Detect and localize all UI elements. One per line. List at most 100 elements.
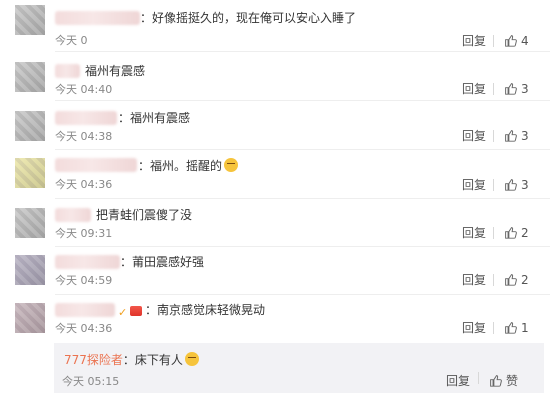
like-button[interactable]: 3 <box>504 129 529 143</box>
action-divider <box>478 372 479 384</box>
comment-text: ：莆田震感好强 <box>120 255 204 269</box>
comment-item: ✓ ：南京感觉床轻微晃动 今天 04:36 回复 1 <box>0 295 550 343</box>
timestamp-time: 04:36 <box>80 178 113 191</box>
sleepy-face-emoji <box>184 352 199 366</box>
sleepy-face-emoji <box>224 158 239 172</box>
author-name[interactable] <box>55 111 117 125</box>
comment-text: 把青蛙们震傻了没 <box>96 208 192 222</box>
colon-separator: ： <box>140 11 153 25</box>
author-name[interactable] <box>55 11 140 25</box>
reply-button[interactable]: 回复 <box>462 321 486 335</box>
comment-body: 把青蛙们震傻了没 <box>96 208 193 222</box>
avatar[interactable] <box>15 208 45 238</box>
avatar[interactable] <box>15 255 45 285</box>
timestamp-date: 今天 <box>55 227 77 240</box>
reply-button[interactable]: 回复 <box>462 273 486 287</box>
reply-button[interactable]: 回复 <box>462 34 486 48</box>
reply-button[interactable]: 回复 <box>462 178 486 192</box>
like-button[interactable]: 2 <box>504 226 529 240</box>
sub-reply-body: 床下有人 <box>134 353 183 367</box>
thumbs-up-icon <box>504 82 517 95</box>
comment-timestamp: 今天 09:31 <box>55 228 112 240</box>
colon-separator: ： <box>120 255 133 269</box>
timestamp-date: 今天 <box>62 375 84 388</box>
timestamp-time: 09:31 <box>80 227 113 240</box>
like-count: 2 <box>521 273 529 287</box>
sub-reply-timestamp: 今天 05:15 <box>62 373 119 389</box>
comment-body: 南京感觉床轻微晃动 <box>157 303 266 317</box>
sub-reply: 777探险者：床下有人 今天 05:15 回复 赞 <box>54 343 544 393</box>
author-name[interactable] <box>55 158 137 172</box>
avatar[interactable] <box>15 158 45 188</box>
comment-timestamp: 今天 04:59 <box>55 275 112 287</box>
user-badges: ✓ <box>116 303 142 319</box>
colon-separator: ： <box>118 111 131 125</box>
timestamp-date: 今天 <box>55 178 77 191</box>
like-count: 4 <box>521 34 529 48</box>
like-button[interactable]: 赞 <box>489 372 518 389</box>
thumbs-up-icon <box>504 321 517 334</box>
action-divider <box>493 322 494 334</box>
crown-badge-icon <box>130 306 142 316</box>
timestamp-date: 今天 <box>55 130 77 143</box>
comment-timestamp: 今天 04:38 <box>55 131 112 143</box>
reply-button[interactable]: 回复 <box>462 129 486 143</box>
colon-separator: ： <box>138 159 151 173</box>
timestamp-time: 04:40 <box>80 83 113 96</box>
comment-timestamp: 今天 0 <box>55 35 88 47</box>
like-count: 3 <box>521 178 529 192</box>
author-name[interactable] <box>55 64 80 78</box>
thumbs-up-icon <box>504 129 517 142</box>
author-name[interactable] <box>55 255 120 269</box>
avatar[interactable] <box>15 111 45 141</box>
verified-badge-icon: ✓ <box>118 306 128 319</box>
sub-reply-text: 777探险者：床下有人 <box>64 352 199 367</box>
comment-body: 福州有震感 <box>85 64 146 78</box>
action-divider <box>493 83 494 95</box>
comment-timestamp: 今天 04:36 <box>55 179 112 191</box>
avatar[interactable] <box>15 303 45 333</box>
reply-button[interactable]: 回复 <box>462 82 486 96</box>
comment-item: ：福州有震感 今天 04:38 回复 3 <box>0 101 550 149</box>
like-button[interactable]: 1 <box>504 321 529 335</box>
thumbs-up-icon <box>489 374 502 387</box>
author-name[interactable] <box>55 303 115 317</box>
comment-item: ：好像摇挺久的，现在俺可以安心入睡了 今天 0 回复 4 <box>0 0 550 48</box>
comment-text: ：好像摇挺久的，现在俺可以安心入睡了 <box>140 11 356 25</box>
action-divider <box>493 274 494 286</box>
timestamp-time: 04:36 <box>80 322 113 335</box>
comment-text: 福州有震感 <box>85 64 145 78</box>
like-label: 赞 <box>506 374 519 388</box>
timestamp-date: 今天 <box>55 274 77 287</box>
colon-separator: ： <box>145 303 158 317</box>
like-button[interactable]: 2 <box>504 273 529 287</box>
timestamp-date: 今天 <box>55 83 77 96</box>
timestamp-date: 今天 <box>55 322 77 335</box>
thumbs-up-icon <box>504 34 517 47</box>
like-button[interactable]: 3 <box>504 82 529 96</box>
comment-body: 好像摇挺久的，现在俺可以安心入睡了 <box>152 11 357 25</box>
comment-item: ：莆田震感好强 今天 04:59 回复 2 <box>0 247 550 295</box>
like-button[interactable]: 3 <box>504 178 529 192</box>
like-button[interactable]: 4 <box>504 34 529 48</box>
timestamp-time: 0 <box>80 34 88 47</box>
comment-item: 把青蛙们震傻了没 今天 09:31 回复 2 <box>0 199 550 247</box>
avatar[interactable] <box>15 62 45 92</box>
avatar[interactable] <box>15 5 45 35</box>
comment-text: ：福州。摇醒的 <box>138 158 239 173</box>
comment-item: ：福州。摇醒的 今天 04:36 回复 3 <box>0 150 550 198</box>
author-name[interactable] <box>55 208 91 222</box>
like-count: 1 <box>521 321 529 335</box>
sub-reply-author[interactable]: 777探险者 <box>64 353 123 367</box>
comment-text: ✓ ：南京感觉床轻微晃动 <box>116 303 266 319</box>
reply-button[interactable]: 回复 <box>446 372 470 389</box>
action-divider <box>493 227 494 239</box>
reply-button[interactable]: 回复 <box>462 226 486 240</box>
like-count: 3 <box>521 82 529 96</box>
colon-separator: ： <box>122 353 135 367</box>
comment-item: 福州有震感 今天 04:40 回复 3 <box>0 52 550 100</box>
thumbs-up-icon <box>504 178 517 191</box>
action-divider <box>493 35 494 47</box>
comment-body: 福州有震感 <box>130 111 191 125</box>
like-count: 3 <box>521 129 529 143</box>
